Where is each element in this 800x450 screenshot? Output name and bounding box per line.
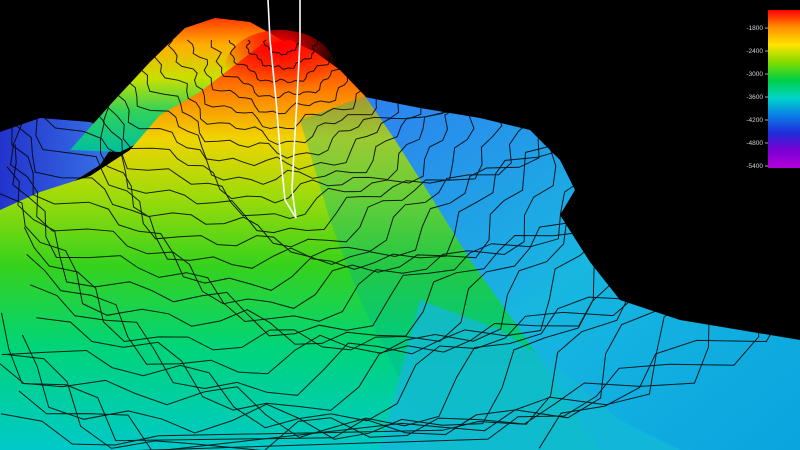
colorbar-ramp: [768, 10, 800, 168]
summit-high: [225, 30, 335, 106]
bathymetry-scene: [0, 0, 800, 450]
colorbar-tick-label: -4200: [746, 117, 763, 124]
depth-colorbar: -1800 -2400 -3000 -3600 -4200 -4800 -540…: [746, 10, 800, 170]
colorbar-tick-label: -3600: [746, 94, 763, 101]
colorbar-tick-label: -1800: [746, 25, 763, 32]
colorbar-ticks: [765, 27, 768, 167]
colorbar-tick-label: -4800: [746, 140, 763, 147]
colorbar-tick-label: -5400: [746, 163, 763, 170]
colorbar-tick-label: -3000: [746, 71, 763, 78]
colorbar-tick-label: -2400: [746, 48, 763, 55]
